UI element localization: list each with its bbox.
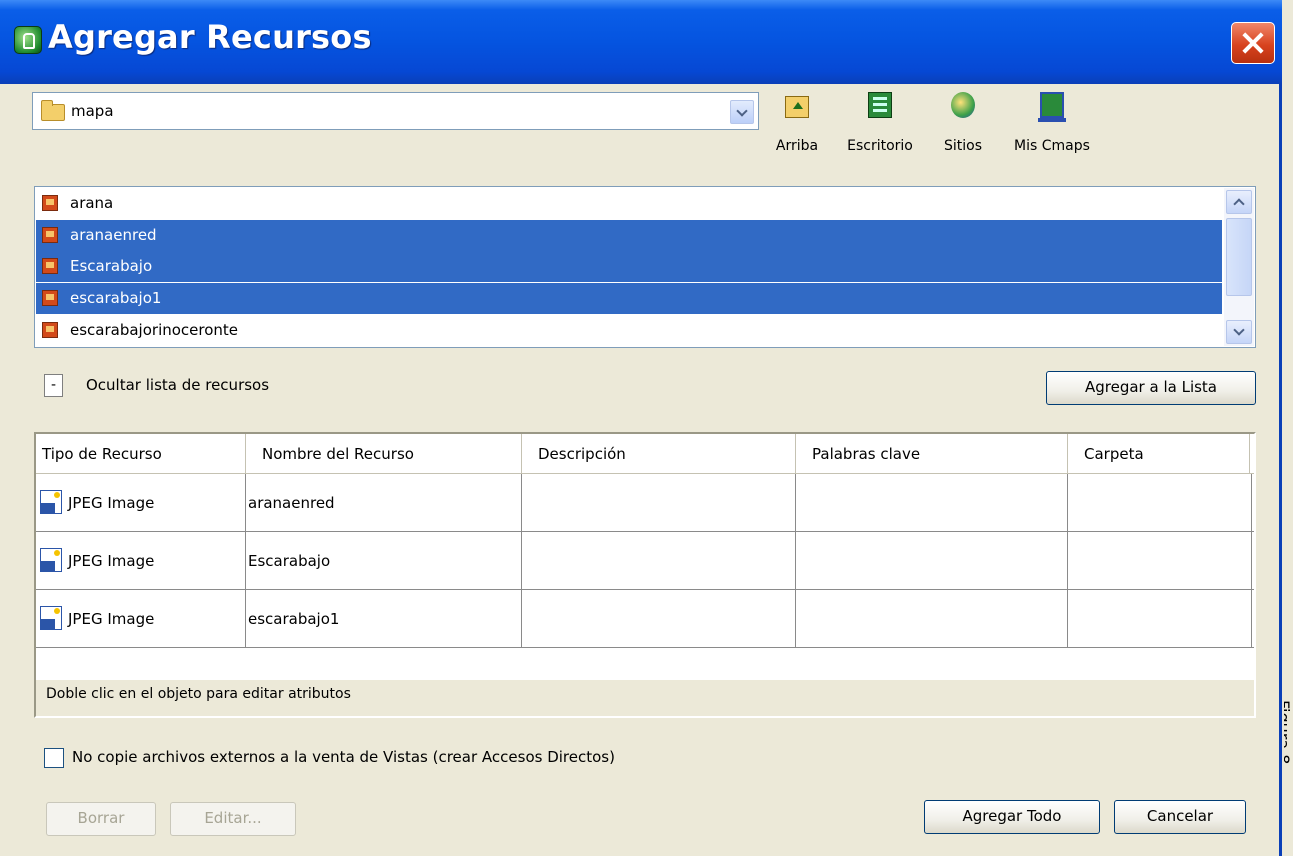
scroll-up-icon[interactable] <box>1226 190 1252 214</box>
path-combo[interactable]: mapa <box>32 92 759 130</box>
file-name: Escarabajo <box>70 257 153 275</box>
cell-keywords[interactable] <box>796 590 1068 647</box>
sites-label: Sitios <box>943 138 982 154</box>
desktop-label: Escritorio <box>847 138 913 154</box>
sites-button[interactable]: Sitios <box>936 92 990 154</box>
title-bar: Agregar Recursos <box>0 0 1282 84</box>
collapse-toggle-button[interactable]: - <box>44 374 63 397</box>
scroll-down-icon[interactable] <box>1226 320 1252 344</box>
figure-caption: Figura 8 <box>1284 700 1293 800</box>
my-cmaps-button[interactable]: Mis Cmaps <box>1002 92 1102 154</box>
figure-caption-text: Figura 8 <box>1284 700 1293 764</box>
column-header[interactable]: Descripción <box>522 434 796 473</box>
type-text: JPEG Image <box>68 494 155 512</box>
chevron-down-icon[interactable] <box>730 100 754 124</box>
edit-button[interactable]: Editar... <box>170 802 296 836</box>
cancel-button[interactable]: Cancelar <box>1114 800 1246 834</box>
cmap-app-icon <box>14 26 42 54</box>
jpeg-file-icon <box>40 606 62 630</box>
vertical-scrollbar[interactable] <box>1224 188 1254 346</box>
folder-up-icon <box>785 96 809 118</box>
type-text: JPEG Image <box>68 610 155 628</box>
file-name: escarabajo1 <box>70 289 162 307</box>
cell-name: Escarabajo <box>246 532 522 589</box>
cell-type: JPEG Image <box>36 590 246 647</box>
cell-folder[interactable] <box>1068 474 1252 531</box>
cell-name: aranaenred <box>246 474 522 531</box>
jpeg-file-icon <box>40 548 62 572</box>
cell-folder[interactable] <box>1068 532 1252 589</box>
cell-folder[interactable] <box>1068 590 1252 647</box>
cmap-file-icon <box>42 227 58 243</box>
cell-type: JPEG Image <box>36 532 246 589</box>
type-text: JPEG Image <box>68 552 155 570</box>
cmap-file-icon <box>42 258 58 274</box>
cell-type: JPEG Image <box>36 474 246 531</box>
file-name: aranaenred <box>70 226 157 244</box>
table-header: Tipo de Recurso Nombre del Recurso Descr… <box>36 434 1254 474</box>
column-header[interactable]: Palabras clave <box>796 434 1068 473</box>
table-body: JPEG Image aranaenred JPEG Image Escarab… <box>36 474 1254 680</box>
file-item[interactable]: arana <box>36 188 1222 219</box>
close-icon[interactable] <box>1231 22 1275 64</box>
column-header[interactable]: Carpeta <box>1068 434 1250 473</box>
column-header[interactable]: Nombre del Recurso <box>246 434 522 473</box>
table-row[interactable]: JPEG Image Escarabajo <box>36 532 1254 590</box>
add-to-list-button[interactable]: Agregar a la Lista <box>1046 371 1256 405</box>
cell-keywords[interactable] <box>796 532 1068 589</box>
file-name: escarabajorinoceronte <box>70 321 239 339</box>
my-cmaps-icon <box>1038 92 1066 122</box>
cell-description[interactable] <box>522 590 796 647</box>
cmap-file-icon <box>42 322 58 338</box>
cmap-file-icon <box>42 290 58 306</box>
my-cmaps-label: Mis Cmaps <box>1014 138 1090 154</box>
resource-table: Tipo de Recurso Nombre del Recurso Descr… <box>34 432 1256 718</box>
file-item[interactable]: Escarabajo <box>36 251 1222 282</box>
scroll-thumb[interactable] <box>1226 218 1252 296</box>
cell-name: escarabajo1 <box>246 590 522 647</box>
file-name: arana <box>70 194 114 212</box>
resource-file-list[interactable]: arana aranaenred Escarabajo escarabajo1 … <box>34 186 1256 348</box>
column-header[interactable]: Tipo de Recurso <box>36 434 246 473</box>
cell-description[interactable] <box>522 474 796 531</box>
file-item[interactable]: escarabajo1 <box>36 283 1222 314</box>
cell-keywords[interactable] <box>796 474 1068 531</box>
delete-button[interactable]: Borrar <box>46 802 156 836</box>
shortcut-checkbox-label[interactable]: No copie archivos externos a la venta de… <box>72 748 615 766</box>
cmap-file-icon <box>42 195 58 211</box>
jpeg-file-icon <box>40 490 62 514</box>
shortcut-checkbox[interactable] <box>44 748 64 768</box>
file-item[interactable]: aranaenred <box>36 220 1222 251</box>
up-button[interactable]: Arriba <box>767 92 827 154</box>
window-title: Agregar Recursos <box>48 18 372 56</box>
up-label: Arriba <box>775 138 819 154</box>
table-row[interactable]: JPEG Image escarabajo1 <box>36 590 1254 648</box>
desktop-icon <box>868 92 892 118</box>
collapse-toggle-label: Ocultar lista de recursos <box>86 376 270 394</box>
add-all-button[interactable]: Agregar Todo <box>924 800 1100 834</box>
table-row[interactable]: JPEG Image aranaenred <box>36 474 1254 532</box>
path-value: mapa <box>71 102 114 120</box>
cell-description[interactable] <box>522 532 796 589</box>
desktop-button[interactable]: Escritorio <box>834 92 926 154</box>
table-status-text: Doble clic en el objeto para editar atri… <box>46 686 351 702</box>
file-item[interactable]: escarabajorinoceronte <box>36 315 1222 346</box>
sites-globe-icon <box>951 92 975 118</box>
folder-icon <box>41 100 65 121</box>
add-resources-dialog: Agregar Recursos mapa Arriba Escritorio … <box>0 0 1282 856</box>
